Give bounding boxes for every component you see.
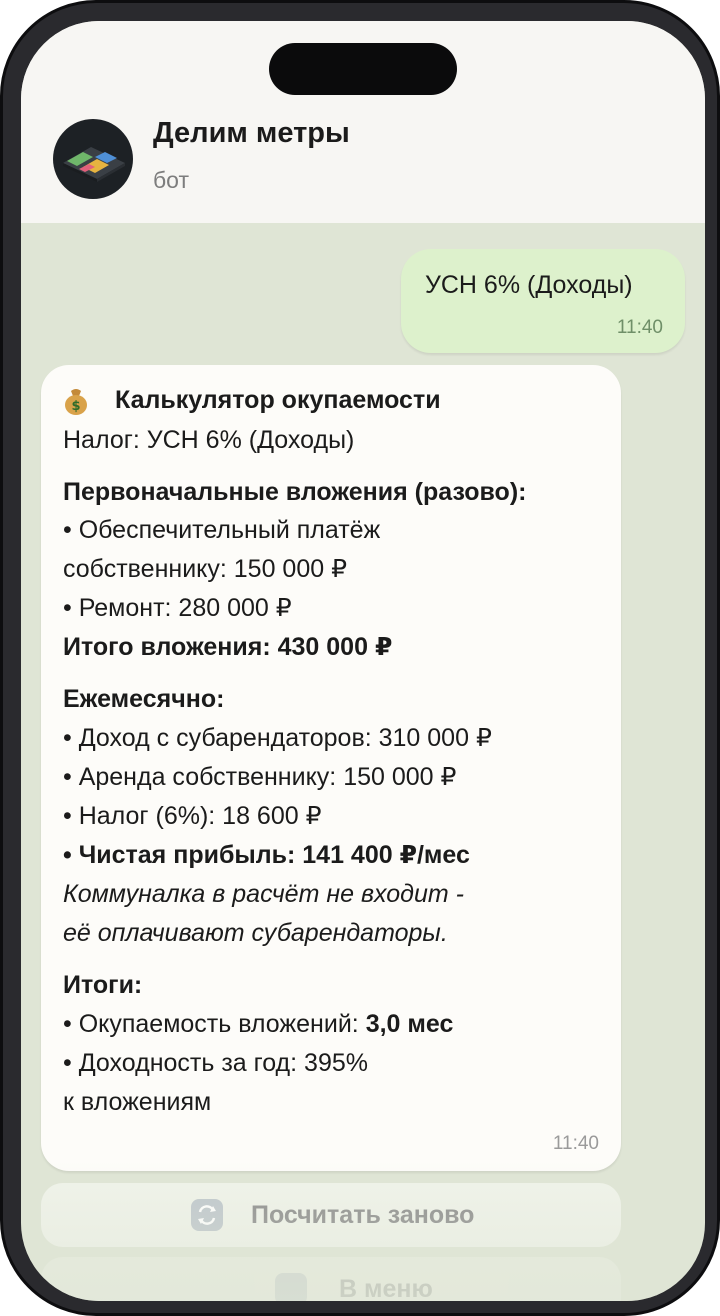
tax-amount-line: • Налог (6%): 18 600 ₽ [63, 802, 322, 830]
total-investment-label: Итого вложения: [63, 633, 278, 661]
total-investment-value: 430 000 ₽ [277, 633, 393, 661]
utilities-note-line: Коммуналка в расчёт не входит - [63, 880, 464, 908]
chat-title: Делим метры [153, 117, 350, 149]
menu-button[interactable]: В меню [41, 1257, 621, 1301]
outgoing-message[interactable]: УСН 6% (Доходы) 11:40 [401, 249, 685, 353]
payback-value: 3,0 мес [365, 1010, 454, 1038]
dynamic-island [269, 43, 457, 95]
money-bag-icon: $ [65, 389, 87, 415]
bot-message[interactable]: $ Калькулятор окупаемости Налог: УСН 6% … [41, 365, 621, 1171]
outgoing-message-text: УСН 6% (Доходы) [425, 271, 633, 299]
chat-screen: Делим метры бот УСН 6% (Доходы) 11:40 $ … [21, 21, 705, 1301]
annual-yield-line: • Доходность за год: 395% [63, 1049, 368, 1077]
deposit-line: • Обеспечительный платёж [63, 516, 381, 544]
repair-line: • Ремонт: 280 000 ₽ [63, 594, 292, 622]
repeat-icon [191, 1199, 223, 1231]
calculator-title: Калькулятор окупаемости [115, 386, 441, 414]
bot-message-time: 11:40 [552, 1133, 599, 1154]
net-profit-line: • Чистая прибыль: 141 400 ₽/мес [63, 841, 470, 869]
annual-yield-line-continued: к вложениям [63, 1088, 212, 1116]
bot-avatar[interactable] [53, 119, 133, 199]
outgoing-message-time: 11:40 [616, 317, 663, 338]
menu-button-label: В меню [339, 1275, 433, 1301]
initial-investment-header: Первоначальные вложения (разово): [63, 478, 527, 506]
tax-line: Налог: УСН 6% (Доходы) [63, 426, 355, 454]
income-line: • Доход с субарендаторов: 310 000 ₽ [63, 724, 492, 752]
deposit-line-continued: собственнику: 150 000 ₽ [63, 555, 347, 583]
results-header: Итоги: [63, 971, 143, 999]
menu-icon [275, 1273, 307, 1301]
payback-label: • Окупаемость вложений: [63, 1010, 366, 1038]
utilities-note-line-continued: её оплачивают субарендаторы. [63, 919, 448, 947]
svg-text:$: $ [71, 399, 80, 414]
rent-line: • Аренда собственнику: 150 000 ₽ [63, 763, 457, 791]
monthly-header: Ежемесячно: [63, 685, 225, 713]
chat-subtitle: бот [153, 167, 189, 193]
payback-line: • Окупаемость вложений: 3,0 мес [63, 1009, 453, 1039]
floor-plan-icon [63, 147, 125, 182]
recalculate-button-label: Посчитать заново [251, 1201, 475, 1229]
recalculate-button[interactable]: Посчитать заново [41, 1183, 621, 1247]
total-investment-line: Итого вложения: 430 000 ₽ [63, 632, 392, 662]
phone-frame: Делим метры бот УСН 6% (Доходы) 11:40 $ … [0, 0, 720, 1316]
